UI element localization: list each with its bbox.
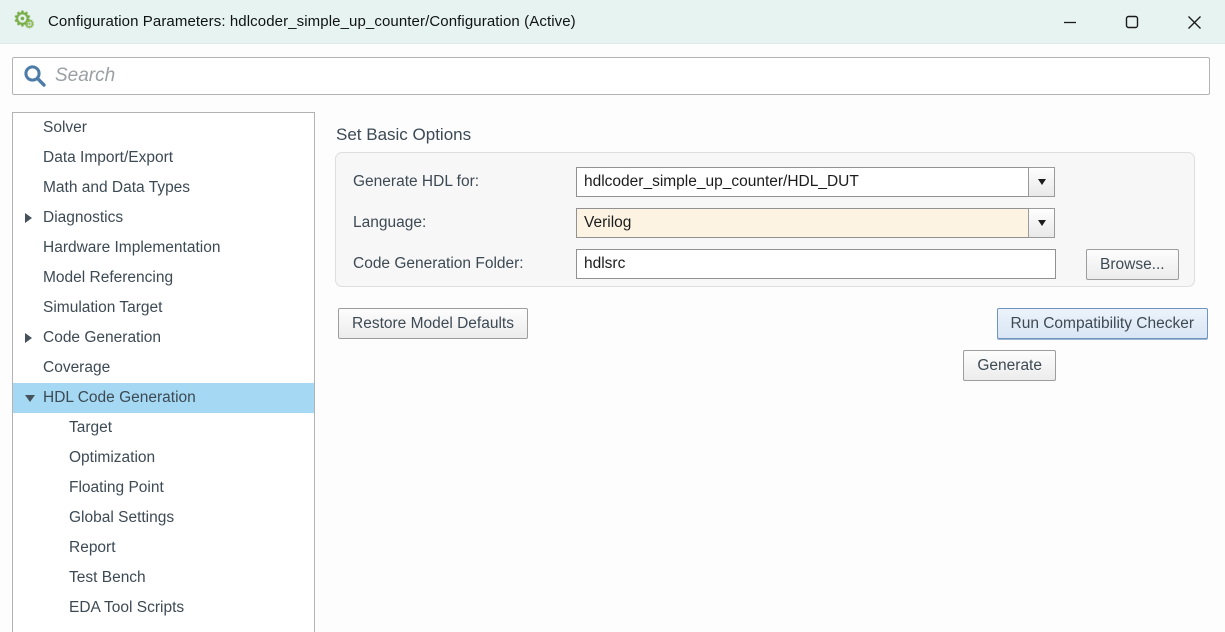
close-icon — [1187, 15, 1202, 30]
sidebar-item-label: Code Generation — [13, 329, 161, 347]
run-compatibility-checker-button[interactable]: Run Compatibility Checker — [997, 308, 1209, 339]
generate-hdl-for-label: Generate HDL for: — [353, 173, 576, 191]
window-title: Configuration Parameters: hdlcoder_simpl… — [48, 13, 576, 30]
basic-options-groupbox: Generate HDL for: hdlcoder_simple_up_cou… — [335, 152, 1195, 287]
sidebar-item-hardware-implementation[interactable]: Hardware Implementation — [13, 233, 314, 263]
language-dropdown[interactable]: Verilog — [576, 208, 1055, 238]
titlebar: ⚙ ⚙ Configuration Parameters: hdlcoder_s… — [0, 0, 1225, 44]
sidebar-item-label: Hardware Implementation — [13, 239, 220, 257]
generate-button[interactable]: Generate — [963, 350, 1056, 381]
sidebar-item-coverage[interactable]: Coverage — [13, 353, 314, 383]
sidebar-item-label: Floating Point — [13, 479, 164, 497]
maximize-icon — [1125, 15, 1139, 29]
generate-hdl-for-dropdown[interactable]: hdlcoder_simple_up_counter/HDL_DUT — [576, 167, 1055, 197]
sidebar-item-optimization[interactable]: Optimization — [13, 443, 314, 473]
config-tree-sidebar: Solver Data Import/Export Math and Data … — [12, 112, 315, 632]
sidebar-item-label: EDA Tool Scripts — [13, 599, 184, 617]
chevron-down-icon[interactable] — [25, 395, 35, 402]
sidebar-item-floating-point[interactable]: Floating Point — [13, 473, 314, 503]
sidebar-item-label: Model Referencing — [13, 269, 173, 287]
language-row: Language: Verilog — [353, 208, 1055, 238]
sidebar-item-label: Report — [13, 539, 116, 557]
sidebar-item-label: Optimization — [13, 449, 155, 467]
language-value[interactable]: Verilog — [576, 208, 1029, 238]
sidebar-item-label: Simulation Target — [13, 299, 162, 317]
sidebar-item-solver[interactable]: Solver — [13, 113, 314, 143]
restore-model-defaults-button[interactable]: Restore Model Defaults — [338, 308, 528, 339]
generate-hdl-for-row: Generate HDL for: hdlcoder_simple_up_cou… — [353, 167, 1055, 197]
sidebar-item-label: Target — [13, 419, 112, 437]
main-panel: Set Basic Options Generate HDL for: hdlc… — [335, 112, 1213, 632]
chevron-down-icon — [1038, 179, 1046, 185]
search-icon — [23, 64, 47, 88]
code-generation-folder-label: Code Generation Folder: — [353, 255, 576, 273]
simulink-config-gear-icon: ⚙ ⚙ — [13, 9, 39, 35]
generate-hdl-for-dropdown-button[interactable] — [1028, 167, 1055, 197]
sidebar-item-hdl-code-generation[interactable]: HDL Code Generation — [13, 383, 314, 413]
sidebar-item-math-and-data-types[interactable]: Math and Data Types — [13, 173, 314, 203]
browse-button[interactable]: Browse... — [1086, 249, 1179, 280]
window-controls — [1039, 0, 1225, 44]
minimize-button[interactable] — [1039, 0, 1101, 44]
search-bar[interactable] — [12, 57, 1210, 95]
maximize-button[interactable] — [1101, 0, 1163, 44]
sidebar-item-label: Coverage — [13, 359, 110, 377]
sidebar-item-label: Test Bench — [13, 569, 146, 587]
chevron-right-icon[interactable] — [25, 213, 32, 223]
sidebar-item-report[interactable]: Report — [13, 533, 314, 563]
minimize-icon — [1063, 15, 1077, 29]
chevron-down-icon — [1038, 220, 1046, 226]
close-button[interactable] — [1163, 0, 1225, 44]
chevron-right-icon[interactable] — [25, 333, 32, 343]
sidebar-item-model-referencing[interactable]: Model Referencing — [13, 263, 314, 293]
generate-hdl-for-value[interactable]: hdlcoder_simple_up_counter/HDL_DUT — [576, 167, 1029, 197]
sidebar-item-global-settings[interactable]: Global Settings — [13, 503, 314, 533]
sidebar-item-label: Global Settings — [13, 509, 174, 527]
sidebar-item-simulation-target[interactable]: Simulation Target — [13, 293, 314, 323]
sidebar-item-test-bench[interactable]: Test Bench — [13, 563, 314, 593]
sidebar-item-label: HDL Code Generation — [13, 389, 196, 407]
section-title: Set Basic Options — [336, 125, 1213, 145]
sidebar-item-label: Solver — [13, 119, 87, 137]
sidebar-item-eda-tool-scripts[interactable]: EDA Tool Scripts — [13, 593, 314, 623]
language-dropdown-button[interactable] — [1028, 208, 1055, 238]
search-input[interactable] — [47, 58, 1209, 94]
sidebar-item-label: Data Import/Export — [13, 149, 173, 167]
language-label: Language: — [353, 214, 576, 232]
sidebar-item-target[interactable]: Target — [13, 413, 314, 443]
sidebar-item-data-import-export[interactable]: Data Import/Export — [13, 143, 314, 173]
code-generation-folder-row: Code Generation Folder: Browse... — [353, 249, 1196, 279]
sidebar-item-label: Math and Data Types — [13, 179, 190, 197]
sidebar-item-code-generation[interactable]: Code Generation — [13, 323, 314, 353]
sidebar-item-diagnostics[interactable]: Diagnostics — [13, 203, 314, 233]
code-generation-folder-input[interactable] — [576, 249, 1056, 279]
